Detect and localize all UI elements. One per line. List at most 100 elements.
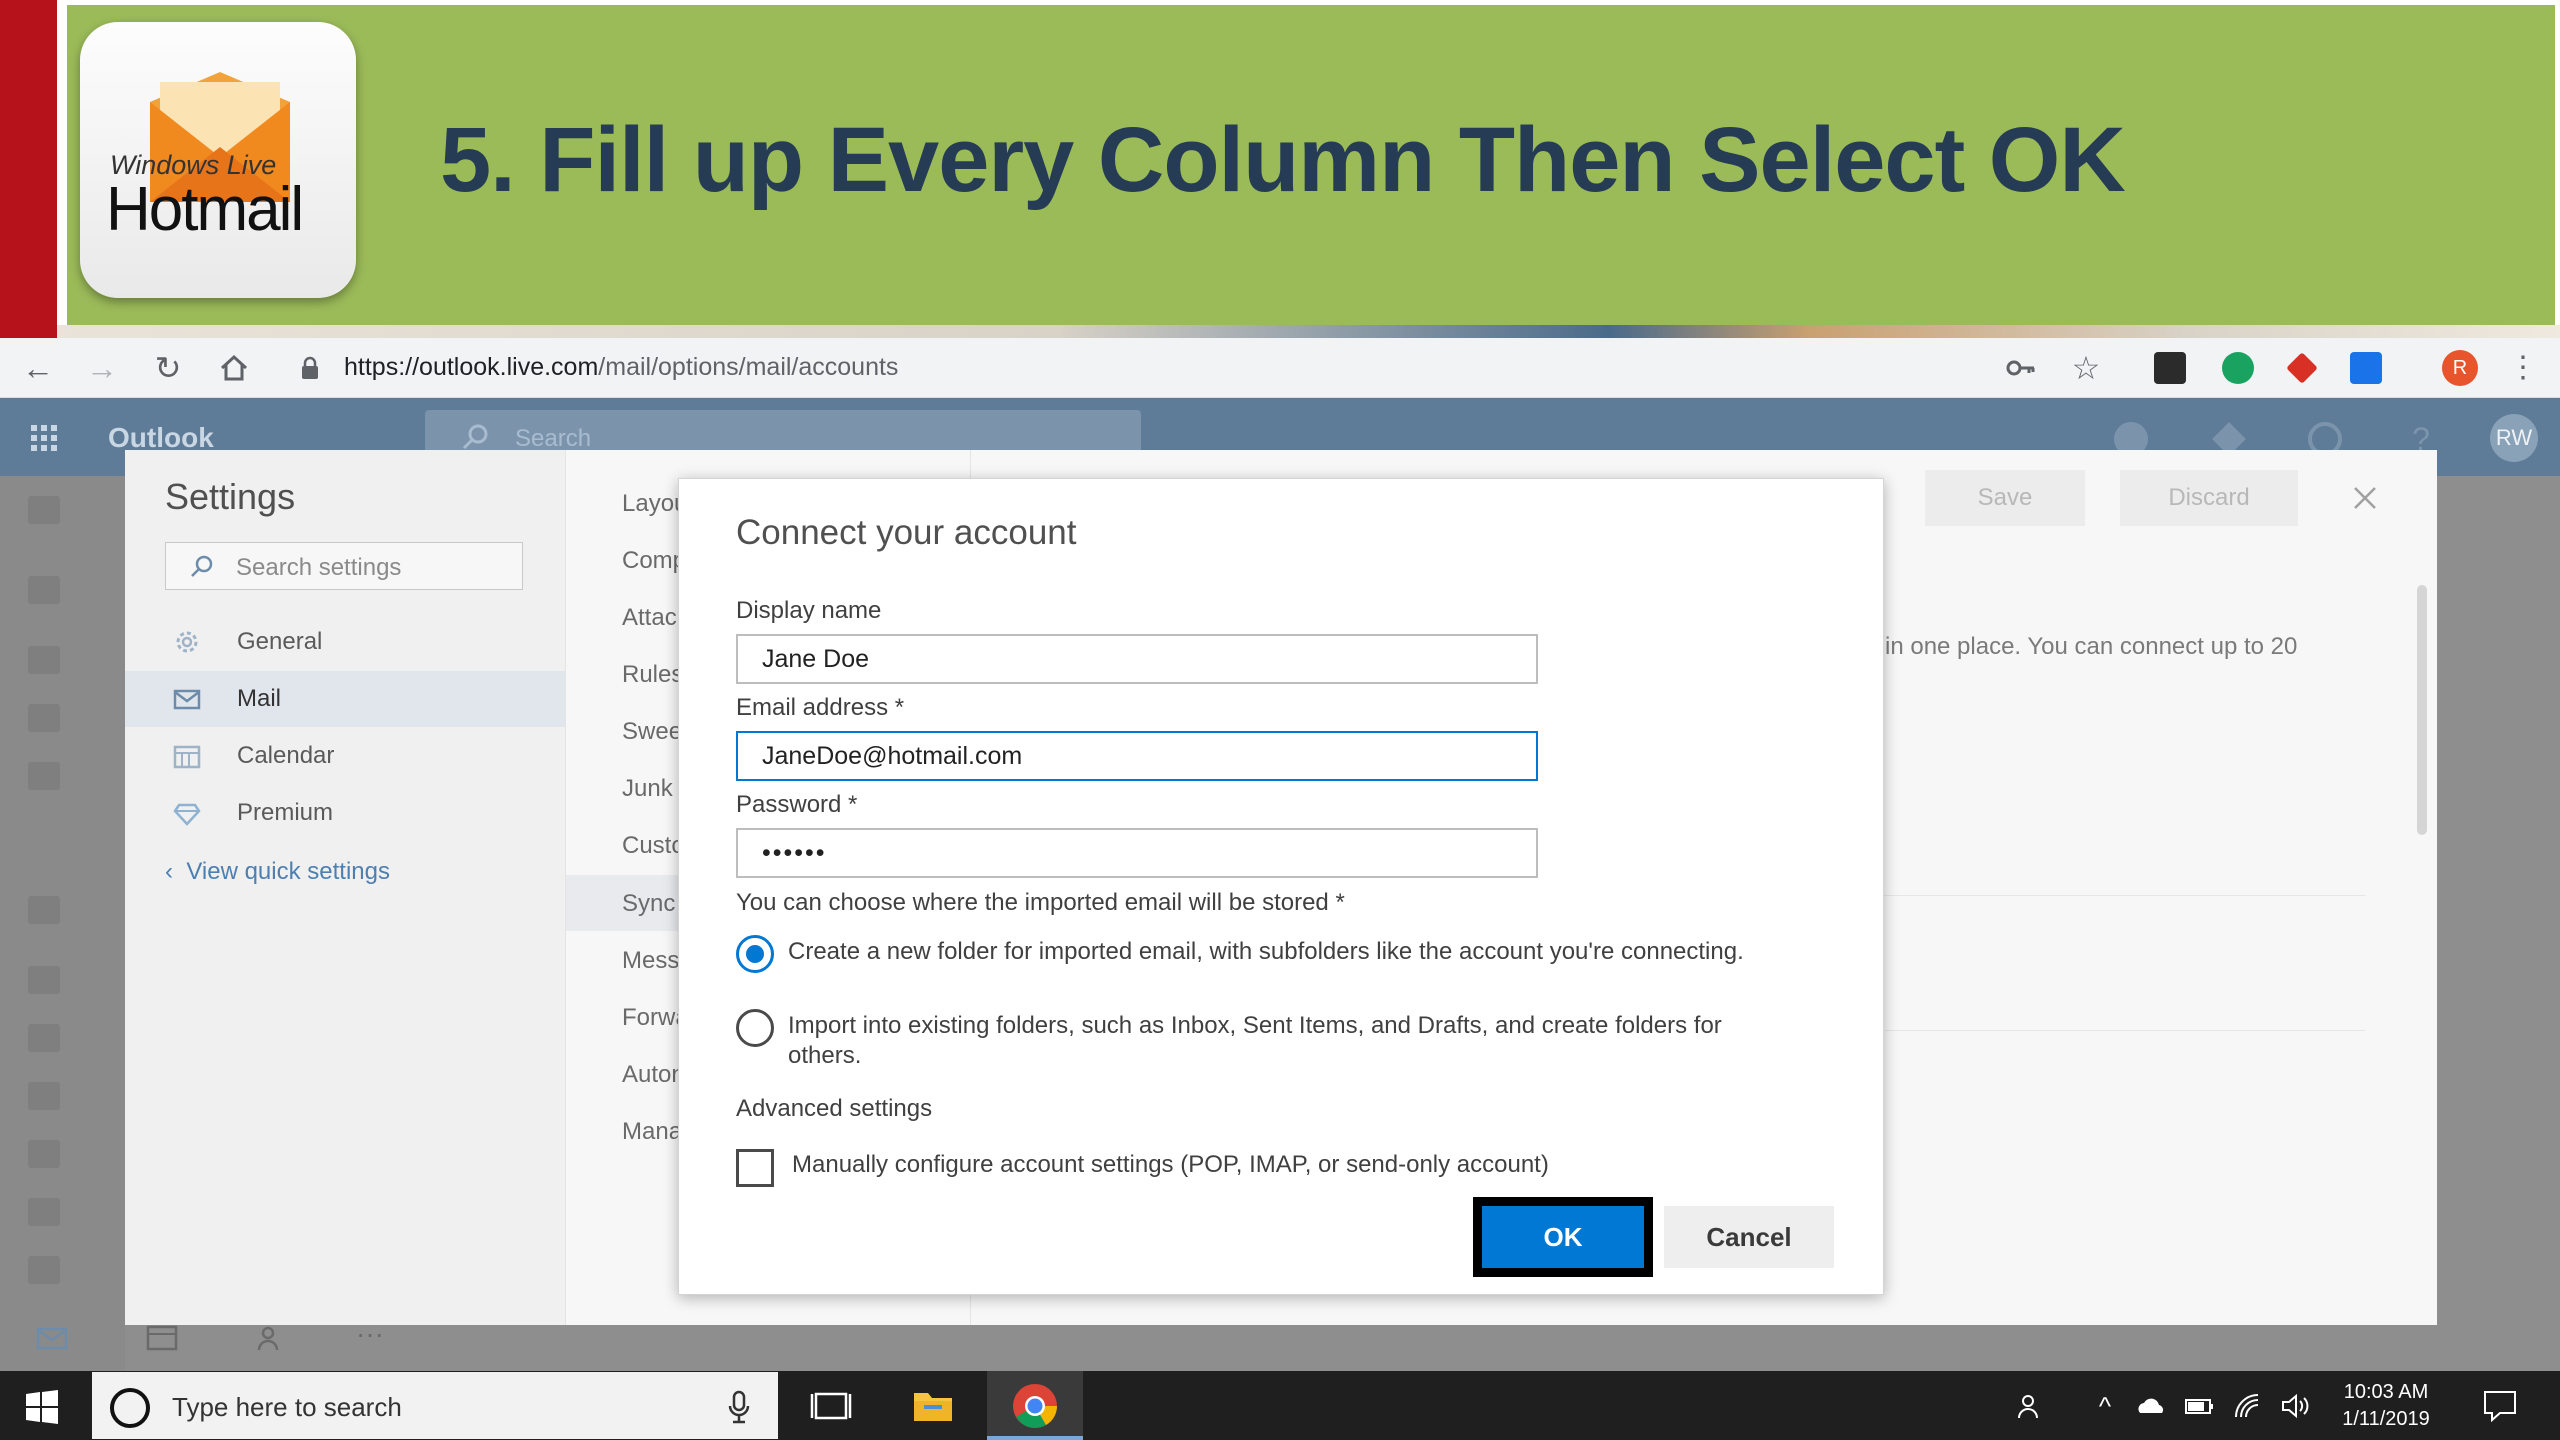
gear-icon <box>176 631 198 653</box>
address-bar[interactable]: https://outlook.live.com/mail/options/ma… <box>344 353 898 382</box>
extension-icon[interactable] <box>2350 352 2382 384</box>
radio-existing-folders[interactable] <box>736 1009 774 1047</box>
task-view-icon[interactable] <box>806 1381 856 1431</box>
windows-start-icon[interactable] <box>24 1389 60 1425</box>
account-avatar[interactable]: RW <box>2490 414 2538 462</box>
more-icon[interactable]: ··· <box>356 1320 388 1352</box>
key-icon[interactable] <box>2004 352 2036 384</box>
browser-toolbar: ← → ↻ https://outlook.live.com/mail/opti… <box>0 338 2560 398</box>
settings-search-input[interactable]: Search settings <box>165 542 523 590</box>
settings-nav-label: General <box>237 628 323 655</box>
settings-nav: Settings Search settings General Mail Ca… <box>125 450 565 1325</box>
people-icon[interactable] <box>2016 1391 2046 1421</box>
scrollbar[interactable] <box>2417 585 2427 835</box>
volume-icon[interactable] <box>2280 1391 2310 1421</box>
notifications-icon[interactable] <box>2482 1389 2518 1423</box>
people-icon[interactable] <box>256 1324 288 1352</box>
mail-settings-item[interactable]: Rules <box>622 661 683 689</box>
chevron-left-icon: ‹ <box>165 858 187 885</box>
connect-account-dialog: Connect your account Display name Jane D… <box>678 478 1884 1295</box>
view-quick-settings-link[interactable]: ‹ View quick settings <box>165 858 390 886</box>
radio-new-folder[interactable] <box>736 935 774 973</box>
radio-existing-folders-label: Import into existing folders, such as In… <box>788 1012 1722 1069</box>
mail-settings-item[interactable]: Auton <box>622 1061 685 1089</box>
pencil-icon[interactable] <box>28 1082 60 1110</box>
discard-button[interactable]: Discard <box>2120 470 2298 526</box>
mail-icon <box>173 689 201 710</box>
extension-icon[interactable] <box>2154 352 2186 384</box>
screen: Windows Live Hotmail 5. Fill up Every Co… <box>0 0 2560 1440</box>
settings-search-placeholder: Search settings <box>236 554 402 581</box>
settings-nav-label: Calendar <box>237 742 335 769</box>
inbox-icon[interactable] <box>28 646 60 674</box>
close-icon[interactable] <box>2347 480 2383 516</box>
email-label: Email address * <box>736 694 905 721</box>
send-icon[interactable] <box>28 704 60 732</box>
file-explorer-icon[interactable] <box>908 1381 958 1431</box>
reload-icon[interactable]: ↻ <box>146 346 190 390</box>
cortana-icon <box>110 1388 150 1428</box>
wifi-icon[interactable] <box>2232 1391 2262 1421</box>
email-field[interactable]: JaneDoe@hotmail.com <box>736 731 1538 781</box>
microphone-icon[interactable] <box>728 1390 750 1424</box>
windows-taskbar: Type here to search ^ 10:03 AM 1/11/2019 <box>0 1371 2560 1440</box>
mail-settings-item[interactable]: Comp <box>622 547 686 575</box>
settings-nav-general[interactable]: General <box>125 614 565 670</box>
onedrive-icon[interactable] <box>2136 1391 2166 1421</box>
clock-time: 10:03 AM <box>2343 1381 2429 1403</box>
url-host: https://outlook.live.com <box>344 353 599 381</box>
mail-settings-item[interactable]: Custo <box>622 832 685 860</box>
search-icon <box>462 424 488 450</box>
battery-icon[interactable] <box>2184 1391 2214 1421</box>
chrome-taskbar-button[interactable] <box>987 1371 1083 1440</box>
ok-button[interactable]: OK <box>1482 1206 1644 1268</box>
send-icon[interactable] <box>28 1140 60 1168</box>
mail-icon[interactable] <box>36 1324 68 1352</box>
mail-settings-item[interactable]: Mana <box>622 1118 682 1146</box>
accounts-description: in one place. You can connect up to 20 <box>1885 633 2298 660</box>
display-name-field[interactable]: Jane Doe <box>736 634 1538 684</box>
chevron-down-icon[interactable] <box>28 576 60 604</box>
forward-icon[interactable]: → <box>80 346 124 390</box>
back-icon[interactable]: ← <box>16 346 60 390</box>
trash-icon[interactable] <box>28 1198 60 1226</box>
taskbar-search-input[interactable]: Type here to search <box>92 1372 778 1439</box>
settings-nav-calendar[interactable]: Calendar <box>125 728 565 784</box>
chrome-icon <box>1013 1384 1057 1428</box>
calendar-icon[interactable] <box>146 1324 178 1352</box>
inbox-icon[interactable] <box>28 966 60 994</box>
mail-settings-item[interactable]: Attacl <box>622 604 682 632</box>
archive-icon[interactable] <box>28 1256 60 1284</box>
more-icon[interactable]: ⋮ <box>2508 346 2538 390</box>
divider <box>1885 1030 2365 1031</box>
storage-label: You can choose where the imported email … <box>736 889 1345 916</box>
password-field[interactable]: •••••• <box>736 828 1538 878</box>
manual-config-checkbox[interactable] <box>736 1149 774 1187</box>
advanced-settings-label: Advanced settings <box>736 1095 933 1122</box>
url-path: /mail/options/mail/accounts <box>598 353 899 381</box>
menu-icon[interactable] <box>28 496 60 524</box>
folder-rail <box>0 476 125 1371</box>
extension-icon[interactable] <box>2286 352 2318 384</box>
settings-nav-label: Premium <box>237 799 334 826</box>
logo-title: Hotmail <box>106 175 304 244</box>
settings-nav-mail[interactable]: Mail <box>125 671 565 727</box>
profile-avatar[interactable]: R <box>2442 350 2478 386</box>
pencil-icon[interactable] <box>28 762 60 790</box>
home-icon[interactable] <box>212 346 256 390</box>
chevron-down-icon[interactable] <box>28 896 60 924</box>
ok-button-highlight[interactable]: OK <box>1473 1197 1653 1277</box>
save-button[interactable]: Save <box>1925 470 2085 526</box>
calendar-icon <box>173 745 201 769</box>
app-launcher-icon[interactable] <box>30 424 58 452</box>
chevron-up-icon[interactable]: ^ <box>2090 1391 2120 1421</box>
extension-icon[interactable] <box>2222 352 2254 384</box>
slide-title: 5. Fill up Every Column Then Select OK <box>440 109 2126 211</box>
lock-icon <box>302 356 318 379</box>
taskbar-clock[interactable]: 10:03 AM 1/11/2019 <box>2316 1379 2456 1433</box>
cancel-button[interactable]: Cancel <box>1664 1206 1834 1268</box>
blocked-icon[interactable] <box>28 1024 60 1052</box>
star-icon[interactable]: ☆ <box>2070 352 2102 384</box>
dialog-title: Connect your account <box>736 513 1077 552</box>
settings-nav-premium[interactable]: Premium <box>125 785 565 841</box>
